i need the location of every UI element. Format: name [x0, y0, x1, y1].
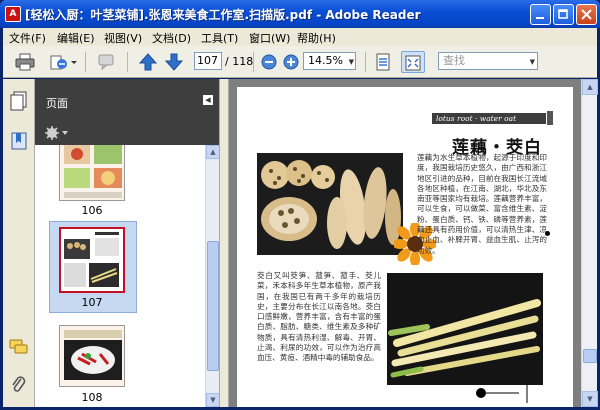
- chevron-down-icon: ▼: [348, 58, 354, 66]
- thumbnail-label-107: 107: [81, 296, 103, 309]
- panel-options-bar: [35, 121, 219, 145]
- decorative-rule: [476, 383, 528, 403]
- maximize-button[interactable]: [553, 4, 574, 25]
- separator: [253, 52, 254, 72]
- menu-view[interactable]: 视图(V): [104, 30, 142, 46]
- comment-icon: [98, 54, 114, 71]
- menu-edit[interactable]: 编辑(E): [57, 30, 95, 46]
- next-page-button[interactable]: [162, 51, 186, 73]
- page-tab-marker: [547, 111, 553, 125]
- thumbnail-page-107[interactable]: [59, 227, 125, 293]
- thumbnail-label-106: 106: [81, 204, 103, 217]
- fit-width-button[interactable]: [401, 51, 425, 73]
- scroll-up-button[interactable]: ▲: [582, 79, 598, 95]
- minimize-button[interactable]: [530, 4, 551, 25]
- page-number-input[interactable]: 107: [194, 52, 222, 70]
- page-thumbnails: 106 107 108: [35, 145, 205, 407]
- zoom-in-button[interactable]: [279, 51, 303, 73]
- lotus-root-paragraph: 莲藕为水生草本植物，起源于印度和印度，我国栽培历史悠久，由广西和浙江地区引进的品…: [417, 153, 547, 255]
- page-108-preview: [60, 326, 124, 386]
- arrow-down-icon: [164, 53, 184, 71]
- chevron-down-icon: ▼: [529, 58, 535, 66]
- menu-tools[interactable]: 工具(T): [201, 30, 238, 46]
- water-oat-photo: [387, 273, 543, 385]
- zoom-in-icon: [283, 54, 299, 70]
- expand-icon: [405, 55, 421, 71]
- thumbnail-page-108[interactable]: [59, 325, 125, 387]
- separator: [365, 52, 366, 72]
- navigation-icon-strip: [3, 79, 35, 407]
- scroll-down-button[interactable]: ▼: [582, 391, 598, 407]
- fit-page-button[interactable]: [371, 51, 395, 73]
- document-view: lotus root · water oat 莲藕・茭白 莲藕为水生草本植物，起…: [229, 79, 581, 407]
- chevron-down-icon: [71, 61, 77, 64]
- search-placeholder: 查找: [443, 54, 465, 67]
- window-title: [轻松入厨：叶茎菜铺].张恩来美食工作室.扫描版.pdf - Adobe Rea…: [25, 8, 421, 22]
- print-icon: [15, 53, 35, 71]
- gear-icon: [45, 126, 68, 140]
- page-total: / 118: [225, 55, 254, 68]
- pages-icon: [10, 91, 27, 111]
- pages-panel: 页面 ◀ 106 107 108 ▲ ▼: [35, 79, 220, 407]
- lotus-root-image: [257, 153, 403, 255]
- lotus-root-photo: [257, 153, 403, 255]
- close-button[interactable]: [576, 4, 597, 25]
- search-input[interactable]: 查找 ▼: [438, 52, 538, 70]
- bookmark-icon: [11, 132, 27, 150]
- thumbnail-label-108: 108: [81, 391, 103, 404]
- page-106-preview: [60, 145, 124, 200]
- fit-page-icon: [376, 53, 390, 71]
- comments-icon: [9, 339, 28, 354]
- zoom-select[interactable]: 14.5% ▼: [303, 52, 356, 70]
- minimize-icon: [536, 17, 544, 19]
- close-icon: [581, 9, 592, 20]
- separator: [127, 52, 128, 72]
- pdf-page: lotus root · water oat 莲藕・茭白 莲藕为水生草本植物，起…: [237, 87, 573, 407]
- thumbnails-scrollbar[interactable]: ▲ ▼: [205, 145, 220, 407]
- arrow-up-icon: [138, 53, 158, 71]
- zoom-out-icon: [261, 54, 277, 70]
- comments-panel-button[interactable]: [9, 337, 29, 357]
- title-bar: A [轻松入厨：叶茎菜铺].张恩来美食工作室.扫描版.pdf - Adobe R…: [0, 0, 600, 28]
- pages-panel-header: 页面 ◀: [35, 79, 219, 121]
- zoom-value: 14.5%: [308, 54, 343, 67]
- toolbar: 107 / 118 14.5% ▼ 查找 ▼: [3, 46, 597, 78]
- restore-icon: [558, 9, 568, 19]
- menu-help[interactable]: 帮助(H): [297, 30, 336, 46]
- share-dropdown[interactable]: [69, 51, 79, 73]
- page-107-preview: [61, 229, 123, 291]
- paperclip-icon: [12, 376, 26, 392]
- bookmarks-panel-button[interactable]: [9, 131, 29, 151]
- panel-splitter[interactable]: [219, 79, 229, 407]
- options-button[interactable]: [45, 126, 69, 143]
- thumbnail-page-106[interactable]: [59, 145, 125, 201]
- menu-bar: 文件(F) 编辑(E) 视图(V) 文档(D) 工具(T) 窗口(W) 帮助(H…: [3, 28, 597, 46]
- scroll-down-button[interactable]: ▼: [206, 393, 220, 407]
- attachments-panel-button[interactable]: [9, 375, 29, 395]
- pages-panel-title: 页面: [46, 97, 68, 110]
- water-oat-paragraph: 茭白又叫茭笋、菰笋、菰手、茭儿菜，禾本科多年生草本植物，原产我国，在我国已有两千…: [257, 271, 381, 363]
- zoom-out-button[interactable]: [257, 51, 281, 73]
- scroll-thumb[interactable]: [207, 241, 219, 371]
- pages-panel-button[interactable]: [9, 91, 29, 111]
- scroll-thumb[interactable]: [583, 349, 597, 363]
- previous-page-button[interactable]: [136, 51, 160, 73]
- print-button[interactable]: [13, 51, 37, 73]
- separator: [85, 52, 86, 72]
- adobe-reader-icon: A: [5, 6, 21, 22]
- share-icon: [50, 55, 67, 70]
- menu-document[interactable]: 文档(D): [152, 30, 191, 46]
- document-scrollbar[interactable]: ▲ ▼: [581, 79, 598, 407]
- scroll-up-button[interactable]: ▲: [206, 145, 220, 159]
- comment-button[interactable]: [95, 51, 119, 73]
- collapse-panel-button[interactable]: ◀: [203, 95, 213, 105]
- page-header: lotus root · water oat: [432, 113, 546, 124]
- menu-window[interactable]: 窗口(W): [249, 30, 290, 46]
- menu-file[interactable]: 文件(F): [9, 30, 46, 46]
- water-oat-image: [387, 273, 543, 385]
- page-dot: [545, 231, 550, 236]
- share-button[interactable]: [47, 51, 71, 73]
